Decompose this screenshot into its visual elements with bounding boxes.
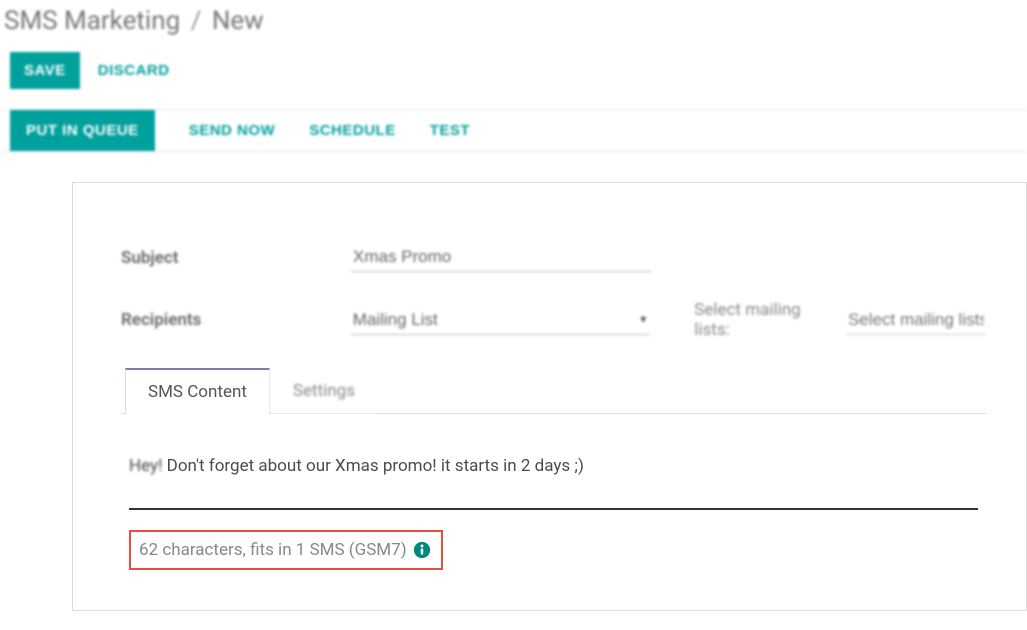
recipients-row: Recipients ▾ Select mailing lists: bbox=[121, 300, 986, 340]
send-now-button[interactable]: SEND NOW bbox=[189, 110, 276, 151]
tab-settings[interactable]: Settings bbox=[270, 368, 378, 413]
mailing-list-select: Select mailing lists: bbox=[694, 300, 986, 340]
tab-sms-content[interactable]: SMS Content bbox=[125, 368, 270, 414]
action-bar: PUT IN QUEUE SEND NOW SCHEDULE TEST bbox=[0, 109, 1027, 152]
save-button[interactable]: SAVE bbox=[10, 52, 80, 89]
sms-body-part1: Hey! bbox=[129, 456, 162, 476]
put-in-queue-button[interactable]: PUT IN QUEUE bbox=[10, 110, 155, 151]
breadcrumb-root[interactable]: SMS Marketing bbox=[4, 6, 180, 36]
form-sheet: Subject Recipients ▾ Select mailing list… bbox=[72, 182, 1027, 611]
breadcrumb-separator: / bbox=[191, 6, 202, 36]
chevron-down-icon[interactable]: ▾ bbox=[640, 312, 646, 326]
top-buttons-row: SAVE DISCARD bbox=[0, 38, 1027, 109]
char-count-highlight: 62 characters, fits in 1 SMS (GSM7) bbox=[129, 530, 443, 570]
subject-input[interactable] bbox=[351, 243, 651, 272]
sms-body-part2: Don't forget about our Xmas promo! it st… bbox=[162, 456, 583, 476]
tabs: SMS Content Settings Hey! Don't forget a… bbox=[121, 368, 986, 570]
breadcrumb-current: New bbox=[212, 6, 264, 36]
subject-label: Subject bbox=[121, 248, 351, 268]
discard-button[interactable]: DISCARD bbox=[98, 52, 170, 89]
test-button[interactable]: TEST bbox=[430, 110, 470, 151]
sms-content-panel: Hey! Don't forget about our Xmas promo! … bbox=[121, 414, 986, 570]
breadcrumb: SMS Marketing / New bbox=[0, 0, 1027, 38]
schedule-button[interactable]: SCHEDULE bbox=[309, 110, 396, 151]
char-count-text: 62 characters, fits in 1 SMS (GSM7) bbox=[139, 540, 407, 560]
recipients-input[interactable] bbox=[351, 306, 651, 335]
mailing-select-input[interactable] bbox=[846, 306, 986, 335]
subject-row: Subject bbox=[121, 243, 986, 272]
sms-textarea[interactable]: Hey! Don't forget about our Xmas promo! … bbox=[129, 436, 978, 510]
recipients-dropdown[interactable]: ▾ bbox=[351, 306, 651, 335]
info-icon[interactable] bbox=[413, 541, 431, 559]
recipients-label: Recipients bbox=[121, 310, 351, 330]
mailing-select-label: Select mailing lists: bbox=[694, 300, 840, 340]
